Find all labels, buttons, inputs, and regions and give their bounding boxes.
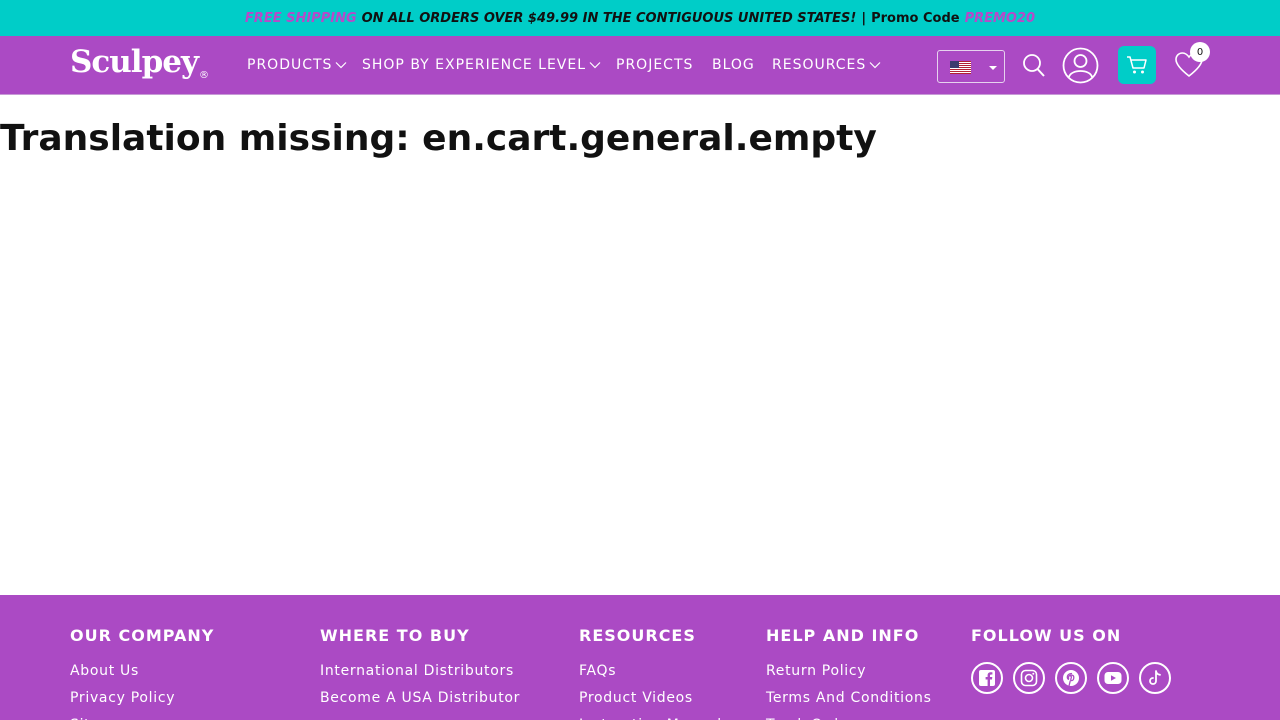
announcement-separator: |	[861, 10, 867, 26]
search-icon	[1023, 54, 1045, 77]
nav-resources-label: RESOURCES	[772, 57, 867, 73]
footer-link-instruction-manuals[interactable]: Instruction Manuals	[579, 712, 730, 720]
pinterest-glyph	[1063, 670, 1079, 687]
locale-selector[interactable]	[937, 50, 1005, 83]
youtube-glyph	[1104, 672, 1122, 684]
chevron-down-icon	[336, 62, 347, 69]
account-button[interactable]	[1062, 47, 1099, 84]
site-header: Sculpey® PRODUCTS SHOP BY EXPERIENCE LEV…	[0, 36, 1280, 95]
us-flag-icon	[950, 61, 971, 74]
footer-col-our-company: OUR COMPANY About Us Privacy Policy Site…	[70, 626, 214, 720]
footer-heading: WHERE TO BUY	[320, 626, 470, 645]
instagram-icon[interactable]	[1013, 662, 1045, 694]
cart-icon	[1127, 56, 1147, 74]
chevron-down-icon	[589, 62, 601, 69]
footer-link-international-distributors[interactable]: International Distributors	[320, 658, 520, 685]
footer-link-product-videos[interactable]: Product Videos	[579, 685, 730, 712]
footer-link-terms-and-conditions[interactable]: Terms And Conditions	[766, 685, 932, 712]
footer-link-return-policy[interactable]: Return Policy	[766, 658, 932, 685]
chevron-down-icon	[869, 62, 881, 69]
caret-down-icon	[989, 66, 997, 70]
free-shipping-text: FREE SHIPPING	[244, 10, 357, 26]
promo-code-label: Promo Code	[871, 10, 960, 26]
page-title: Translation missing: en.cart.general.emp…	[0, 118, 877, 159]
footer-heading: OUR COMPANY	[70, 626, 215, 645]
footer-col-help-and-info: HELP AND INFO Return Policy Terms And Co…	[766, 626, 932, 720]
youtube-icon[interactable]	[1097, 662, 1129, 694]
nav-blog[interactable]: BLOG	[712, 57, 755, 73]
nav-projects-label: PROJECTS	[616, 57, 694, 73]
footer-link-sitemap[interactable]: Sitemap	[70, 712, 214, 720]
announcement-bar: FREE SHIPPING ON ALL ORDERS OVER $49.99 …	[0, 0, 1280, 36]
footer-col-follow-us: FOLLOW US ON	[971, 626, 1171, 694]
promo-code-value: PREMO20	[964, 10, 1036, 26]
wishlist-count-badge: 0	[1190, 42, 1210, 62]
nav-shop-by-experience[interactable]: SHOP BY EXPERIENCE LEVEL	[362, 57, 601, 73]
footer-link-about-us[interactable]: About Us	[70, 658, 214, 685]
cart-button[interactable]	[1118, 46, 1156, 84]
footer-link-faqs[interactable]: FAQs	[579, 658, 730, 685]
social-links	[971, 662, 1171, 694]
facebook-icon[interactable]	[971, 662, 1003, 694]
sculpey-logo[interactable]: Sculpey®	[70, 42, 209, 82]
footer-heading: HELP AND INFO	[766, 626, 920, 645]
footer-link-become-distributor[interactable]: Become A USA Distributor	[320, 685, 520, 712]
footer-link-privacy-policy[interactable]: Privacy Policy	[70, 685, 214, 712]
search-button[interactable]	[1021, 53, 1047, 79]
footer-heading: FOLLOW US ON	[971, 626, 1122, 645]
nav-resources[interactable]: RESOURCES	[772, 57, 881, 73]
footer-col-where-to-buy: WHERE TO BUY International Distributors …	[320, 626, 520, 712]
logo-registered-mark: ®	[199, 70, 209, 81]
nav-products-label: PRODUCTS	[247, 57, 333, 73]
footer-col-resources: RESOURCES FAQs Product Videos Instructio…	[579, 626, 730, 720]
shipping-offer-text: ON ALL ORDERS OVER $49.99 IN THE CONTIGU…	[361, 10, 857, 26]
nav-experience-label: SHOP BY EXPERIENCE LEVEL	[362, 57, 587, 73]
footer-heading: RESOURCES	[579, 626, 696, 645]
site-footer: OUR COMPANY About Us Privacy Policy Site…	[0, 595, 1280, 720]
facebook-glyph	[979, 670, 995, 686]
user-icon	[1062, 47, 1099, 84]
logo-text: Sculpey	[70, 44, 199, 80]
instagram-glyph	[1020, 669, 1038, 687]
footer-link-track-order[interactable]: Track Order	[766, 712, 932, 720]
tiktok-icon[interactable]	[1139, 662, 1171, 694]
tiktok-glyph	[1149, 670, 1161, 685]
nav-projects[interactable]: PROJECTS	[616, 57, 693, 73]
nav-products[interactable]: PRODUCTS	[247, 57, 347, 73]
nav-blog-label: BLOG	[712, 57, 755, 73]
pinterest-icon[interactable]	[1055, 662, 1087, 694]
